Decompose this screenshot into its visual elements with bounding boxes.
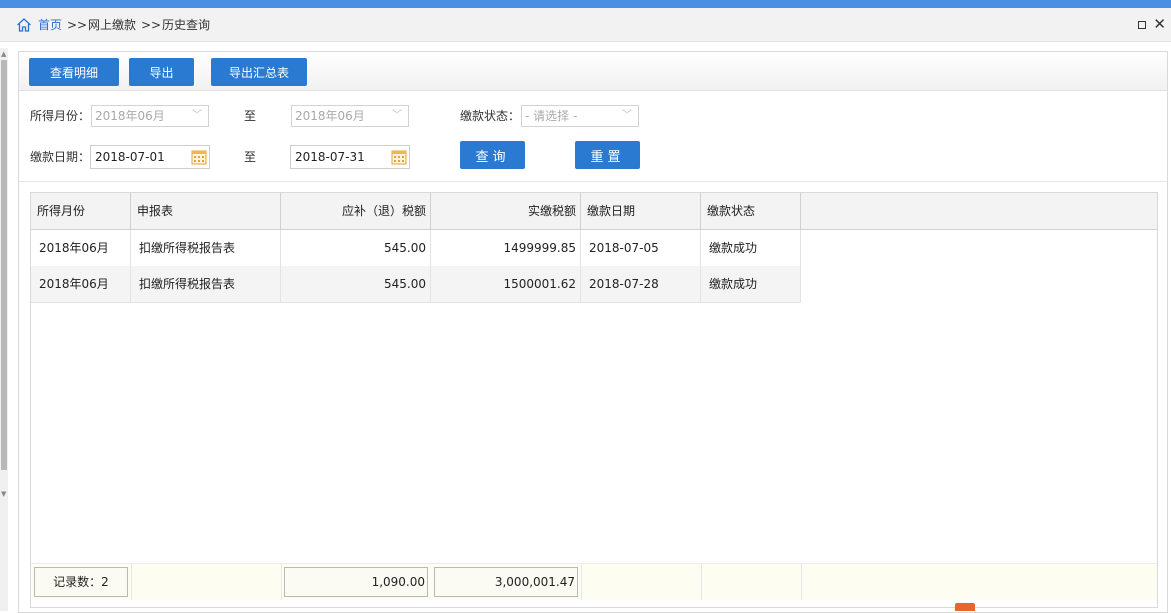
column-header-tax-paid[interactable]: 实缴税额 (431, 193, 581, 229)
footer-divider (281, 564, 282, 600)
query-button[interactable]: 查询 (460, 141, 525, 169)
footer-divider (131, 564, 132, 600)
toolbar: 查看明细 导出 导出汇总表 (19, 52, 1167, 91)
table-row[interactable]: 2018年06月 扣缴所得税报告表 545.00 1499999.85 2018… (31, 230, 801, 267)
breadcrumb-home-link[interactable]: 首页 (38, 17, 62, 33)
cell-tax-due: 545.00 (281, 230, 431, 266)
column-header-report[interactable]: 申报表 (131, 193, 281, 229)
restore-window-icon[interactable] (1138, 21, 1146, 29)
range-to-label: 至 (244, 150, 257, 164)
pay-date-label: 缴款日期： (30, 150, 91, 164)
top-accent-bar (0, 0, 1171, 8)
cell-report: 扣缴所得税报告表 (131, 230, 281, 266)
breadcrumb-current: 历史查询 (162, 18, 211, 32)
table-header: 所得月份 申报表 应补（退）税额 实缴税额 缴款日期 缴款状态 (31, 193, 1157, 230)
table-footer: 记录数：2 1,090.00 3,000,001.47 (31, 563, 1157, 600)
breadcrumb-separator: >> (141, 18, 162, 32)
pay-status-label: 缴款状态： (460, 109, 521, 123)
cell-tax-paid: 1500001.62 (431, 266, 581, 302)
pay-date-from-value: 2018-07-01 (95, 150, 165, 164)
chevron-down-icon: ﹀ (192, 110, 202, 121)
corner-logo-icon (955, 603, 975, 611)
record-count: 记录数：2 (34, 567, 128, 597)
history-table: 所得月份 申报表 应补（退）税额 实缴税额 缴款日期 缴款状态 2018年06月… (30, 192, 1158, 608)
pay-date-to-value: 2018-07-31 (295, 150, 365, 164)
income-month-to-value: 2018年06月 (295, 109, 365, 123)
range-to-label: 至 (244, 109, 257, 123)
income-month-to-select[interactable]: 2018年06月 ﹀ (291, 105, 409, 127)
cell-income-month: 2018年06月 (31, 266, 131, 302)
scroll-down-arrow-icon[interactable]: ▼ (1, 490, 6, 498)
left-scrollbar[interactable]: ▲ ▼ (0, 48, 8, 611)
breadcrumb-separator: >> (67, 18, 88, 32)
scrollbar-thumb[interactable] (1, 60, 7, 470)
column-header-pay-status[interactable]: 缴款状态 (701, 193, 801, 229)
cell-income-month: 2018年06月 (31, 230, 131, 266)
total-tax-paid: 3,000,001.47 (434, 567, 578, 597)
footer-divider (581, 564, 582, 600)
view-detail-button[interactable]: 查看明细 (29, 58, 119, 86)
home-icon[interactable] (16, 17, 32, 33)
export-button[interactable]: 导出 (129, 58, 194, 86)
divider (19, 181, 1167, 182)
cell-pay-date: 2018-07-28 (581, 266, 701, 302)
total-tax-due: 1,090.00 (284, 567, 428, 597)
cell-tax-due: 545.00 (281, 266, 431, 302)
cell-pay-date: 2018-07-05 (581, 230, 701, 266)
pay-date-to-input[interactable]: 2018-07-31 (290, 145, 410, 169)
reset-button[interactable]: 重置 (575, 141, 640, 169)
pay-status-placeholder: - 请选择 - (525, 109, 578, 123)
chevron-down-icon: ﹀ (392, 110, 402, 121)
income-month-label: 所得月份： (30, 109, 91, 123)
pay-status-select[interactable]: - 请选择 - ﹀ (521, 105, 639, 127)
title-bar: 首页 >> 网上缴款 >> 历史查询 ✕ (0, 8, 1171, 42)
scroll-up-arrow-icon[interactable]: ▲ (1, 50, 6, 58)
cell-report: 扣缴所得税报告表 (131, 266, 281, 302)
pay-date-from-input[interactable]: 2018-07-01 (90, 145, 210, 169)
close-window-icon[interactable]: ✕ (1153, 14, 1166, 34)
column-header-income-month[interactable]: 所得月份 (31, 193, 131, 229)
export-summary-button[interactable]: 导出汇总表 (211, 58, 307, 86)
breadcrumb-level2[interactable]: 网上缴款 (88, 17, 136, 33)
chevron-down-icon: ﹀ (622, 110, 632, 121)
footer-divider (701, 564, 702, 600)
cell-tax-paid: 1499999.85 (431, 230, 581, 266)
cell-pay-status: 缴款成功 (701, 230, 801, 266)
table-row[interactable]: 2018年06月 扣缴所得税报告表 545.00 1500001.62 2018… (31, 266, 801, 303)
query-panel: 查看明细 导出 导出汇总表 所得月份： 2018年06月 ﹀ 至 2018年06… (18, 51, 1168, 613)
column-header-tax-due[interactable]: 应补（退）税额 (281, 193, 431, 229)
income-month-from-value: 2018年06月 (95, 109, 165, 123)
column-header-pay-date[interactable]: 缴款日期 (581, 193, 701, 229)
footer-divider (801, 564, 802, 600)
income-month-from-select[interactable]: 2018年06月 ﹀ (91, 105, 209, 127)
calendar-icon[interactable] (191, 149, 207, 165)
cell-pay-status: 缴款成功 (701, 266, 801, 302)
calendar-icon[interactable] (391, 149, 407, 165)
